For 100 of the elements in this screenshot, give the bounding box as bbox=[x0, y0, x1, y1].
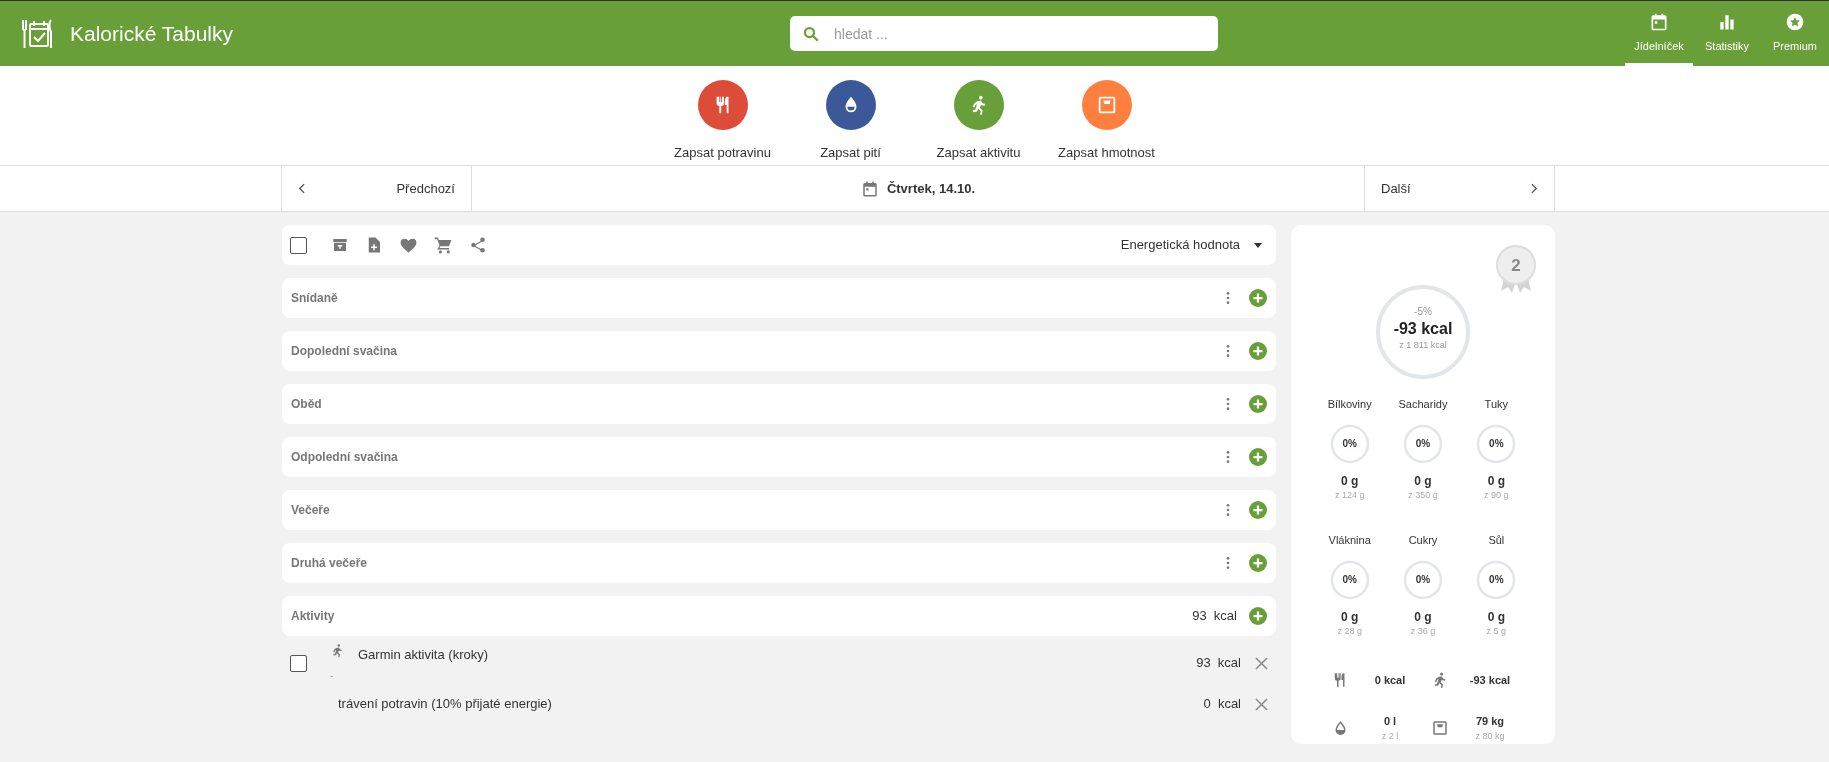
calendar-icon bbox=[1649, 12, 1669, 33]
nav-label: Jídelníček bbox=[1634, 39, 1684, 55]
progress-ring bbox=[1328, 422, 1371, 465]
chevron-right-icon bbox=[1531, 183, 1538, 194]
checkbox[interactable] bbox=[290, 236, 307, 254]
search-field[interactable]: hledat ... bbox=[790, 16, 1218, 51]
add-icon[interactable] bbox=[1249, 342, 1267, 360]
progress-ring bbox=[1475, 422, 1518, 465]
nav-tab[interactable]: Premium bbox=[1761, 1, 1829, 66]
search-icon bbox=[802, 25, 820, 43]
nutrient-value: 0 g bbox=[1341, 473, 1359, 489]
nutrient-name: Vláknina bbox=[1328, 533, 1371, 548]
meal-row[interactable]: Oběd bbox=[282, 384, 1276, 424]
activity-name: trávení potravin (10% přijaté energie) bbox=[337, 695, 553, 714]
more-icon[interactable] bbox=[1226, 291, 1230, 305]
nutrient-value: 0 g bbox=[1487, 609, 1505, 625]
nutrient-percent: 0% bbox=[1489, 437, 1504, 451]
caret-icon bbox=[1254, 242, 1262, 248]
more-icon[interactable] bbox=[1226, 344, 1230, 358]
nutrient-goal: z 90 g bbox=[1484, 488, 1509, 502]
bar-chart-icon bbox=[1717, 12, 1737, 33]
next-day-button[interactable]: Další bbox=[1364, 166, 1555, 211]
nutrient-percent: 0% bbox=[1415, 573, 1431, 587]
previous-label: Předchozí bbox=[396, 179, 455, 198]
meal-row[interactable]: Druhá večeře bbox=[282, 543, 1276, 583]
cart-icon[interactable] bbox=[434, 235, 453, 255]
share-icon[interactable] bbox=[469, 236, 487, 254]
add-icon[interactable] bbox=[1249, 554, 1267, 572]
nav-label: Premium bbox=[1773, 39, 1817, 55]
total-value: 0 l bbox=[1383, 714, 1397, 729]
medal-icon bbox=[1495, 245, 1537, 295]
more-icon[interactable] bbox=[1226, 556, 1230, 570]
action-label: Zapsat aktivitu bbox=[936, 144, 1021, 162]
app-title: Kalorické Tabulky bbox=[70, 20, 234, 47]
activities-row[interactable]: Aktivity 93 kcal bbox=[282, 596, 1276, 636]
meal-name: Odpolední svačina bbox=[291, 449, 399, 466]
progress-ring bbox=[1402, 558, 1444, 601]
nutrient-name: Cukry bbox=[1408, 533, 1438, 548]
nutrient-goal: z 28 g bbox=[1337, 624, 1362, 638]
nutrient-name: Sacharidy bbox=[1398, 397, 1448, 412]
nutrient-percent: 0% bbox=[1489, 573, 1504, 587]
sort-dropdown[interactable]: Energetická hodnota bbox=[1120, 235, 1268, 255]
total-goal: z 2 l bbox=[1381, 729, 1399, 743]
action-label: Zapsat hmotnost bbox=[1058, 144, 1155, 162]
meal-row[interactable]: Odpolední svačina bbox=[282, 437, 1276, 477]
activities-kcal: 93 kcal bbox=[1192, 607, 1237, 626]
meal-row[interactable]: Snídaně bbox=[282, 278, 1276, 318]
activity-name: Garmin aktivita (kroky) bbox=[358, 646, 490, 664]
add-icon[interactable] bbox=[1249, 289, 1267, 307]
add-icon[interactable] bbox=[1249, 501, 1267, 519]
total-value: -93 kcal bbox=[1469, 672, 1511, 688]
nutrient-value: 0 g bbox=[1341, 609, 1359, 625]
add-icon[interactable] bbox=[1249, 607, 1267, 625]
activities-name: Aktivity bbox=[291, 608, 336, 625]
total-goal: z 80 kg bbox=[1475, 729, 1505, 743]
checkbox[interactable] bbox=[290, 654, 307, 672]
archive-icon[interactable] bbox=[331, 236, 349, 254]
runner-icon bbox=[330, 643, 345, 658]
nutrient-goal: z 350 g bbox=[1408, 488, 1438, 502]
progress-ring bbox=[1328, 558, 1371, 601]
previous-day-button[interactable]: Předchozí bbox=[282, 166, 472, 211]
nutrient-name: Bílkoviny bbox=[1327, 397, 1372, 412]
scale-icon bbox=[1431, 719, 1449, 737]
chevron-left-icon bbox=[298, 183, 305, 194]
nutrient-name: Sůl bbox=[1488, 533, 1505, 548]
nutrient-value: 0 g bbox=[1487, 473, 1505, 489]
total-value: 79 kg bbox=[1475, 714, 1505, 729]
progress-ring bbox=[1475, 558, 1518, 601]
meal-name: Večeře bbox=[291, 502, 331, 519]
nutrient-name: Tuky bbox=[1484, 397, 1509, 412]
action-button[interactable] bbox=[825, 80, 876, 130]
energy-goal: z 1 811 kcal bbox=[1399, 339, 1447, 353]
more-icon[interactable] bbox=[1226, 397, 1230, 411]
meal-name: Dopolední svačina bbox=[291, 343, 399, 360]
nutrient-value: 0 g bbox=[1414, 609, 1432, 625]
nutrient-goal: z 36 g bbox=[1410, 624, 1436, 638]
total-value: 0 kcal bbox=[1374, 672, 1406, 688]
activity-kcal: 93 kcal bbox=[1196, 654, 1241, 673]
nutrient-percent: 0% bbox=[1342, 437, 1357, 451]
meal-name: Oběd bbox=[291, 396, 323, 413]
nutrient-goal: z 5 g bbox=[1486, 624, 1507, 638]
date-label: Čtvrtek, 14.10. bbox=[886, 179, 976, 198]
close-icon[interactable] bbox=[1255, 656, 1268, 670]
medal-number: 2 bbox=[1511, 255, 1521, 277]
nutrient-percent: 0% bbox=[1342, 573, 1357, 587]
activity-kcal: 0 kcal bbox=[1203, 695, 1241, 714]
more-icon[interactable] bbox=[1226, 450, 1230, 464]
activity-note: - bbox=[330, 669, 334, 683]
action-label: Zapsat pití bbox=[820, 144, 881, 162]
add-icon[interactable] bbox=[1249, 395, 1267, 413]
energy-percent: -5% bbox=[1414, 305, 1432, 320]
nav-tab[interactable]: Statistiky bbox=[1693, 1, 1761, 66]
nutrient-value: 0 g bbox=[1414, 473, 1432, 489]
meal-row[interactable]: Večeře bbox=[282, 490, 1276, 530]
close-icon[interactable] bbox=[1255, 697, 1268, 711]
meal-row[interactable]: Dopolední svačina bbox=[282, 331, 1276, 371]
action-button[interactable] bbox=[697, 80, 748, 130]
add-icon[interactable] bbox=[1249, 448, 1267, 466]
action-button[interactable] bbox=[953, 80, 1004, 130]
more-icon[interactable] bbox=[1226, 503, 1230, 517]
